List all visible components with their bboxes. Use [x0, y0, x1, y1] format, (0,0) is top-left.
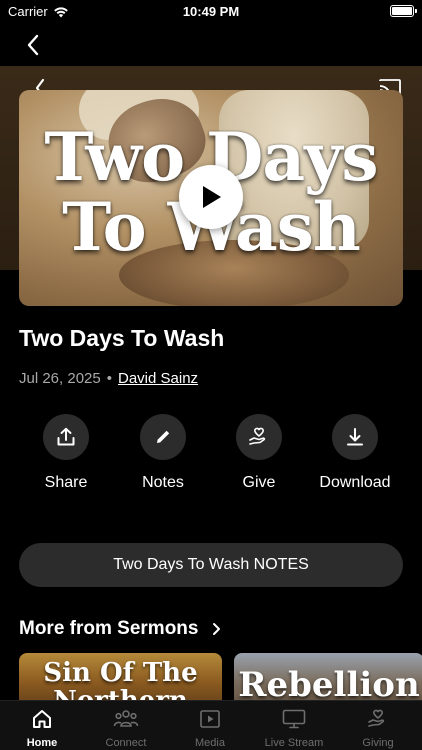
tab-connect-label: Connect [105, 737, 147, 749]
action-row: Share Notes Give Download [0, 414, 422, 504]
notes-circle[interactable] [140, 414, 186, 460]
download-circle[interactable] [332, 414, 378, 460]
chevron-right-icon [213, 623, 221, 635]
notes-label: Notes [142, 474, 184, 491]
give-hand-icon [249, 427, 266, 445]
sermon-date: Jul 26, 2025 [19, 370, 101, 387]
meta-separator: • [106, 370, 112, 387]
people-icon [113, 710, 139, 727]
download-button[interactable]: Download [307, 414, 403, 492]
status-bar: Carrier 10:49 PM [0, 0, 422, 24]
battery-icon [390, 5, 417, 17]
play-button[interactable] [179, 165, 243, 229]
sermon-notes-button[interactable]: Two Days To Wash NOTES [19, 543, 403, 587]
download-icon [347, 428, 363, 446]
share-circle[interactable] [43, 414, 89, 460]
give-label: Give [242, 474, 276, 491]
tab-giving-label: Giving [362, 737, 394, 749]
media-icon [200, 710, 220, 728]
tab-home-label: Home [26, 737, 58, 749]
tab-live-stream[interactable]: Live Stream [252, 707, 336, 749]
video-player[interactable]: Two Days To Wash [19, 90, 403, 306]
sermon-title: Two Days To Wash [19, 325, 225, 351]
tab-giving[interactable]: Giving [336, 707, 420, 749]
speaker-link[interactable]: David Sainz [118, 370, 198, 387]
tab-home[interactable]: Home [0, 707, 84, 749]
give-hand-icon [368, 709, 385, 727]
tab-media[interactable]: Media [168, 707, 252, 749]
play-icon [203, 186, 221, 208]
share-button[interactable]: Share [18, 414, 114, 492]
tab-media-label: Media [195, 737, 225, 749]
give-button[interactable]: Give [211, 414, 307, 492]
navigation-bar [0, 24, 422, 66]
more-from-sermons-header[interactable]: More from Sermons [19, 618, 221, 640]
notes-button[interactable]: Notes [115, 414, 211, 492]
home-icon [33, 710, 51, 728]
thumbnail-title: Rebellion [238, 665, 420, 705]
download-label: Download [319, 474, 391, 491]
tab-live-stream-label: Live Stream [264, 737, 324, 749]
clock: 10:49 PM [182, 4, 240, 19]
give-circle[interactable] [236, 414, 282, 460]
tab-connect[interactable]: Connect [84, 707, 168, 749]
sermon-notes-label: Two Days To Wash NOTES [113, 556, 309, 573]
share-label: Share [44, 474, 88, 491]
more-section-title: More from Sermons [19, 618, 199, 639]
share-icon [57, 427, 75, 446]
pencil-icon [157, 430, 170, 443]
tv-icon [282, 709, 306, 729]
chevron-left-icon [27, 34, 39, 56]
back-button[interactable] [20, 32, 46, 58]
sermon-meta: Jul 26, 2025 • David Sainz [19, 370, 198, 387]
tab-bar: Home Connect Media Live Stream Giving [0, 700, 422, 750]
